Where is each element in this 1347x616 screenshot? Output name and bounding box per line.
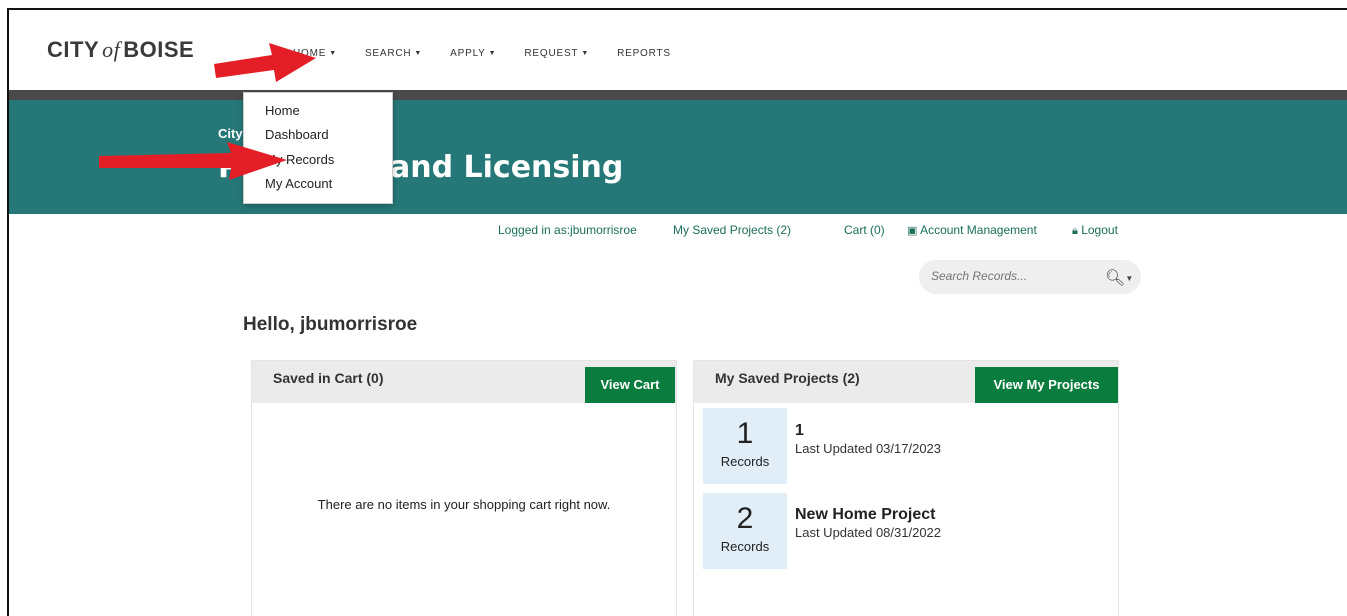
browser-frame: CITY of BOISE HOME ▼ SEARCH ▼ APPLY ▼ REQUEST… [7, 8, 1347, 616]
red-annotation-arrow-icon [99, 142, 287, 180]
search-records-box: 🔍︎▼ [919, 260, 1141, 294]
city-of-boise-logo[interactable]: CITY of BOISE [47, 37, 194, 63]
nav-divider-bar [9, 90, 1347, 100]
project-records-count[interactable]: 2 Records [703, 493, 787, 569]
account-management-link[interactable]: ▣ Account Management [907, 223, 1037, 237]
project-last-updated: Last Updated 03/17/2023 [795, 441, 942, 456]
logo-city: CITY [47, 37, 100, 62]
nav-apply-label: APPLY [450, 48, 486, 59]
saved-cart-panel: Saved in Cart (0) View Cart There are no… [251, 360, 677, 616]
banner-subtitle: City [218, 126, 243, 141]
main-nav: HOME ▼ SEARCH ▼ APPLY ▼ REQUEST ▼ REPORTS [293, 48, 699, 59]
view-cart-button[interactable]: View Cart [585, 367, 675, 403]
search-records-input[interactable] [929, 268, 1083, 284]
saved-projects-link[interactable]: My Saved Projects (2) [673, 223, 791, 237]
logo-name: BOISE [123, 37, 195, 62]
empty-cart-message: There are no items in your shopping cart… [317, 497, 611, 512]
project-name[interactable]: 1 [795, 422, 804, 440]
logo-of: of [102, 37, 121, 62]
menu-item-dashboard[interactable]: Dashboard [265, 127, 329, 142]
records-count: 1 [736, 417, 754, 450]
caret-down-icon: ▼ [414, 50, 423, 57]
account-management-label: Account Management [920, 223, 1037, 237]
menu-item-home[interactable]: Home [265, 103, 300, 118]
view-my-projects-button[interactable]: View My Projects [975, 367, 1118, 403]
top-navigation-bar: CITY of BOISE HOME ▼ SEARCH ▼ APPLY ▼ REQUEST… [9, 10, 1347, 90]
records-label: Records [720, 539, 770, 554]
saved-projects-panel: My Saved Projects (2) View My Projects 1… [693, 360, 1119, 616]
nav-search[interactable]: SEARCH ▼ [365, 48, 422, 59]
panel-title: Saved in Cart (0) [273, 370, 384, 386]
nav-search-label: SEARCH [364, 48, 412, 59]
caret-down-icon: ▼ [329, 50, 337, 57]
caret-down-icon: ▼ [488, 50, 497, 57]
records-label: Records [720, 454, 770, 469]
nav-request[interactable]: REQUEST ▼ [524, 48, 589, 59]
lock-icon: 🔒︎ [1072, 225, 1078, 237]
nav-apply[interactable]: APPLY ▼ [450, 48, 496, 59]
project-name[interactable]: New Home Project [795, 506, 935, 524]
nav-request-label: REQUEST [524, 48, 579, 59]
nav-reports-label: REPORTS [617, 48, 671, 59]
search-icon[interactable]: 🔍︎▼ [1105, 268, 1133, 288]
panel-title: My Saved Projects (2) [715, 370, 860, 386]
id-card-icon: ▣ [907, 225, 918, 237]
project-records-count[interactable]: 1 Records [703, 408, 787, 484]
records-count: 2 [736, 502, 754, 535]
red-annotation-arrow-icon [214, 43, 316, 82]
greeting-heading: Hello, jbumorrisroe [243, 314, 418, 335]
cart-link[interactable]: Cart (0) [844, 223, 885, 237]
logout-link[interactable]: 🔒︎ Logout [1072, 223, 1118, 238]
logged-in-label: Logged in as:jbumorrisroe [498, 223, 637, 237]
banner-title-text: and Licensing [390, 150, 624, 185]
caret-down-icon: ▼ [581, 50, 590, 57]
project-last-updated: Last Updated 08/31/2022 [795, 525, 942, 540]
logout-label: Logout [1081, 223, 1118, 237]
nav-reports[interactable]: REPORTS [617, 48, 671, 59]
